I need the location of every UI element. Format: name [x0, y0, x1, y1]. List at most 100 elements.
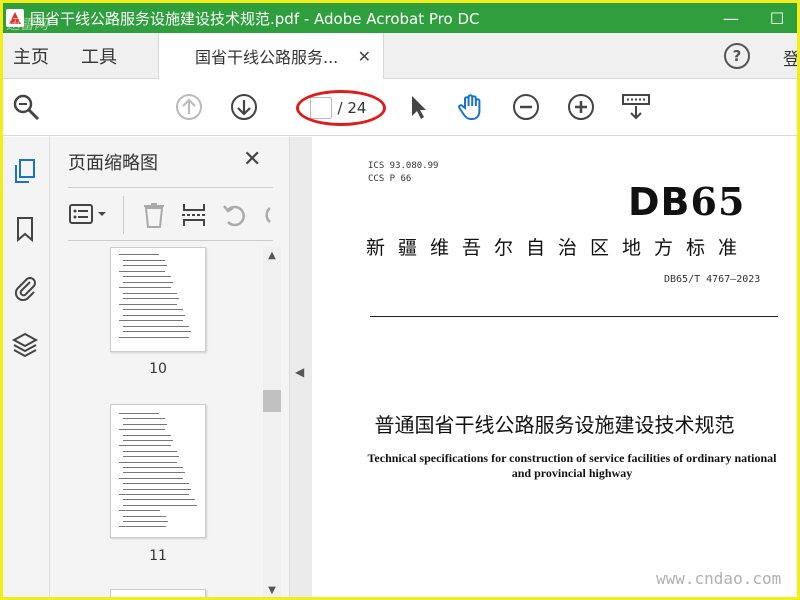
thumbnail-text-line: [123, 521, 168, 522]
panel-title: 页面缩略图: [68, 153, 158, 174]
thumbnail-text-line: [123, 472, 185, 474]
zoom-out-icon[interactable]: [511, 92, 541, 122]
thumbnail-text-line: [123, 314, 185, 316]
tab-document[interactable]: 国省干线公路服务... ✕: [158, 33, 384, 79]
standard-title: 新疆维吾尔自治区地方标准: [366, 237, 751, 259]
thumbnail-list: 10 11: [50, 247, 260, 600]
scrollbar-thumb[interactable]: [263, 390, 281, 412]
ics-code: ICS 93.080.99: [368, 161, 439, 171]
thumbnail-text-line: [123, 309, 183, 310]
toolbar-divider: [123, 196, 124, 234]
thumbnail-text-line: [119, 477, 183, 479]
thumbnail-text-line: [119, 526, 166, 528]
standard-number: DB65/T 4767—2023: [664, 274, 761, 285]
thumbnail-text-line: [123, 488, 191, 490]
tab-home[interactable]: 主页: [5, 43, 57, 69]
page-number-highlight-oval: [296, 90, 386, 126]
db-logo-number: 65: [690, 179, 746, 224]
keyboard-scroll-icon[interactable]: [621, 92, 651, 122]
document-page: ICS 93.080.99 CCS P 66 DB65 新疆维吾尔自治区地方标准…: [312, 137, 797, 600]
thumbnail-options-icon[interactable]: [68, 202, 112, 228]
minimize-button[interactable]: —: [708, 3, 754, 33]
attachment-icon[interactable]: [11, 273, 39, 301]
watermark-top-left: 迅雷网: [6, 17, 48, 33]
thumbnail-text-line: [119, 336, 189, 338]
page-thumbnail-11[interactable]: [110, 404, 206, 538]
panel-toolbar: [68, 187, 273, 241]
ccs-code: CCS P 66: [368, 174, 412, 184]
page-thumbnails-icon[interactable]: [11, 157, 39, 185]
document-tab-label: 国省干线公路服务...: [195, 48, 339, 67]
thumbnails-panel: 页面缩略图 ✕ 10 11 ▲ ▼: [50, 137, 290, 600]
zoom-in-icon[interactable]: [566, 92, 596, 122]
select-cursor-icon[interactable]: [403, 92, 433, 122]
thumbnail-text-line: [119, 320, 183, 321]
thumbnail-text-line: [119, 413, 159, 414]
hand-tool-icon[interactable]: [456, 92, 486, 122]
chinese-title: 普通国省干线公路服务设施建设技术规范: [374, 413, 735, 437]
next-page-icon[interactable]: [229, 92, 259, 122]
thumbnail-number: 10: [149, 361, 167, 377]
thumbnail-text-line: [123, 298, 179, 299]
tab-bar: 主页 工具 国省干线公路服务... ✕ ? 登: [3, 33, 800, 79]
thumbnail-text-line: [123, 259, 165, 261]
window-controls: — ☐: [708, 3, 800, 33]
thumbnail-text-line: [123, 265, 167, 266]
rotate-icon[interactable]: [220, 200, 250, 230]
maximize-button[interactable]: ☐: [754, 3, 800, 33]
thumbnail-text-line: [123, 281, 173, 283]
thumbnail-text-line: [123, 331, 191, 332]
thumbnail-text-line: [123, 467, 183, 468]
panel-splitter[interactable]: ◀: [290, 137, 312, 600]
collapse-panel-icon[interactable]: ◀: [295, 365, 304, 379]
delete-page-icon[interactable]: [140, 200, 168, 230]
watermark-bottom-right: www.cndao.com: [656, 569, 782, 588]
left-nav-rail: [3, 137, 50, 600]
rotate-clockwise-icon[interactable]: [260, 200, 272, 230]
thumbnail-text-line: [119, 510, 160, 512]
thumbnail-text-line: [119, 429, 165, 431]
login-button[interactable]: 登: [783, 45, 800, 70]
thumbnail-text-line: [123, 292, 177, 294]
window-title: 国省干线公路服务设施建设技术规范.pdf - Adobe Acrobat Pro…: [30, 9, 480, 28]
thumbnail-number: 11: [149, 548, 167, 564]
insert-page-icon[interactable]: [180, 200, 208, 230]
db-logo: DB65: [628, 179, 745, 224]
thumbnail-scrollbar[interactable]: ▲ ▼: [263, 247, 281, 600]
thumbnail-text-line: [119, 287, 171, 288]
thumbnail-text-line: [119, 445, 171, 447]
thumbnail-text-line: [123, 276, 171, 277]
prev-page-icon[interactable]: [174, 92, 204, 122]
thumbnail-text-line: [123, 504, 197, 506]
thumbnail-text-line: [119, 254, 159, 255]
page-thumbnail-10[interactable]: [110, 247, 206, 352]
tab-tools[interactable]: 工具: [73, 43, 125, 69]
thumbnail-text-line: [123, 325, 189, 327]
toolbar: / 24: [3, 80, 800, 136]
thumbnail-text-line: [123, 515, 166, 517]
bookmark-icon[interactable]: [11, 215, 39, 243]
thumbnail-text-line: [123, 499, 195, 501]
thumbnail-text-line: [123, 423, 167, 425]
title-bar: 国省干线公路服务设施建设技术规范.pdf - Adobe Acrobat Pro…: [0, 0, 800, 33]
help-icon[interactable]: ?: [724, 43, 750, 69]
thumbnail-text-line: [123, 418, 165, 420]
scroll-down-arrow[interactable]: ▼: [263, 582, 281, 600]
thumbnail-text-line: [119, 303, 177, 305]
db-logo-letters: DB: [628, 180, 691, 224]
title-divider: [370, 316, 778, 317]
layers-icon[interactable]: [11, 331, 39, 359]
page-thumbnail-12[interactable]: [110, 589, 206, 600]
panel-close-icon[interactable]: ✕: [243, 147, 261, 172]
english-title: Technical specifications for constructio…: [367, 451, 777, 480]
thumbnail-text-line: [123, 450, 177, 452]
thumbnail-text-line: [123, 434, 171, 436]
scroll-up-arrow[interactable]: ▲: [263, 247, 281, 265]
thumbnail-text-line: [119, 270, 165, 272]
search-zoom-icon[interactable]: [11, 92, 41, 122]
close-tab-icon[interactable]: ✕: [358, 47, 371, 66]
thumbnail-text-line: [123, 483, 189, 485]
thumbnail-text-line: [119, 494, 189, 495]
thumbnail-text-line: [123, 456, 179, 458]
thumbnail-text-line: [119, 461, 177, 463]
